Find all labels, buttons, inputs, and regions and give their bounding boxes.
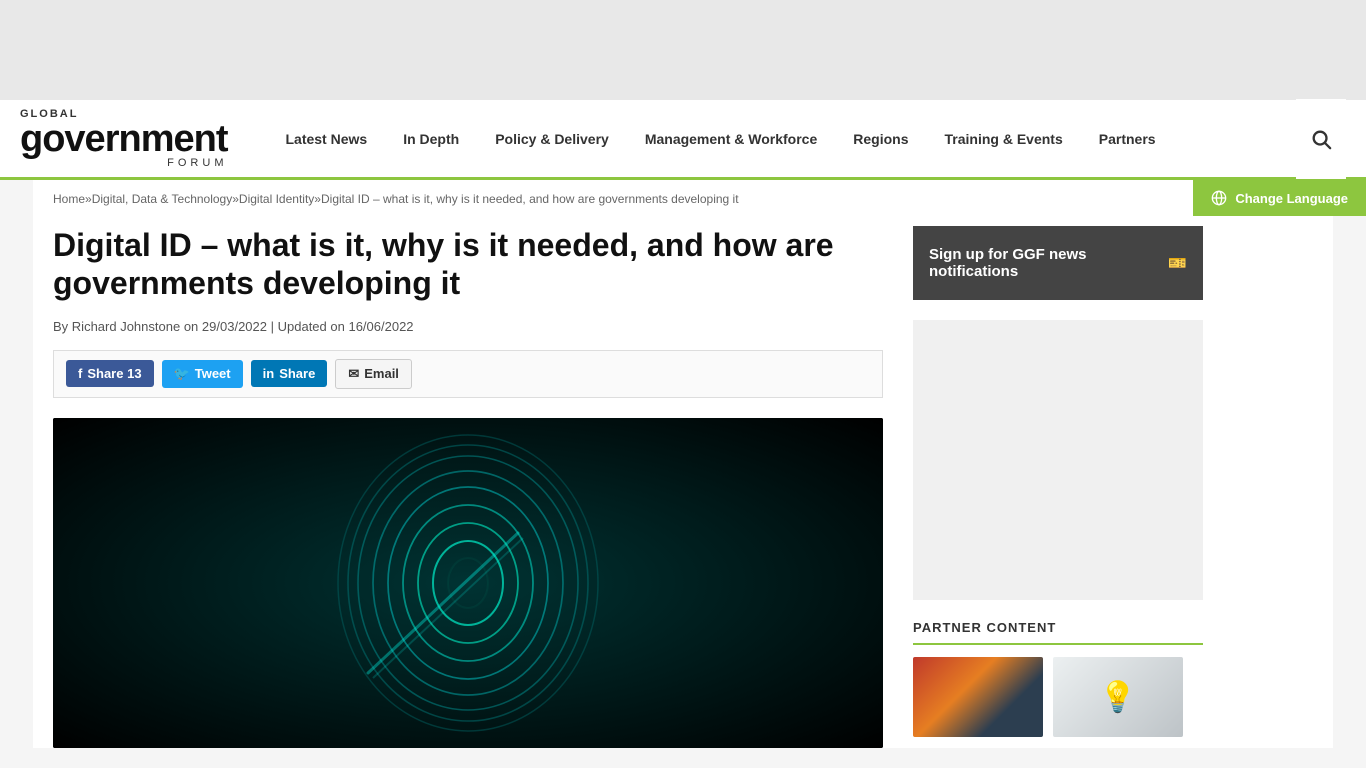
nav-item-policy-delivery[interactable]: Policy & Delivery [477, 121, 627, 157]
site-header: GLOBAL government FORUM Latest News In D… [0, 100, 1366, 180]
linkedin-share-label: Share [279, 366, 315, 381]
ad-banner [0, 0, 1366, 100]
nav-item-in-depth[interactable]: In Depth [385, 121, 477, 157]
email-share-label: Email [364, 366, 399, 381]
nav-item-latest-news[interactable]: Latest News [267, 121, 385, 157]
twitter-icon: 🐦 [174, 366, 190, 382]
partner-content-title: PARTNER CONTENT [913, 620, 1203, 645]
breadcrumb-sep-3: » [314, 192, 321, 206]
fb-share-label: Share 13 [87, 366, 141, 381]
content-layout: Digital ID – what is it, why is it neede… [53, 216, 1313, 748]
article-title: Digital ID – what is it, why is it neede… [53, 226, 883, 303]
breadcrumb-sep-2: » [232, 192, 239, 206]
meta-updated: | Updated on [271, 319, 345, 334]
breadcrumb-sep-1: » [85, 192, 92, 206]
article-author[interactable]: Richard Johnstone [72, 319, 180, 334]
share-bar: f Share 13 🐦 Tweet in Share ✉ Email [53, 350, 883, 398]
article-date: 29/03/2022 [202, 319, 267, 334]
email-share-button[interactable]: ✉ Email [335, 359, 412, 389]
article-image-bg [53, 418, 883, 748]
twitter-share-label: Tweet [195, 366, 231, 381]
page-wrapper: Home » Digital, Data & Technology » Digi… [33, 180, 1333, 748]
twitter-share-button[interactable]: 🐦 Tweet [162, 360, 243, 388]
main-nav: Latest News In Depth Policy & Delivery M… [267, 121, 1296, 157]
sidebar-ad [913, 320, 1203, 600]
change-language-button[interactable]: Change Language [1193, 180, 1366, 216]
meta-on: on [184, 319, 198, 334]
notification-text: Sign up for GGF news notifications [929, 246, 1168, 280]
search-icon [1310, 128, 1332, 150]
breadcrumb-identity[interactable]: Digital Identity [239, 192, 314, 206]
nav-item-partners[interactable]: Partners [1081, 121, 1174, 157]
article-meta: By Richard Johnstone on 29/03/2022 | Upd… [53, 319, 883, 334]
breadcrumb: Home » Digital, Data & Technology » Digi… [53, 180, 1313, 216]
notification-icon: 🎫 [1168, 254, 1187, 272]
change-language-label: Change Language [1235, 191, 1348, 206]
breadcrumb-home[interactable]: Home [53, 192, 85, 206]
sidebar: Sign up for GGF news notifications 🎫 PAR… [913, 226, 1203, 748]
logo-government-text: government [20, 120, 227, 158]
partner-content-section: PARTNER CONTENT 💡 [913, 620, 1203, 737]
site-logo[interactable]: GLOBAL government FORUM [20, 109, 227, 169]
breadcrumb-digital[interactable]: Digital, Data & Technology [92, 192, 233, 206]
nav-item-training-events[interactable]: Training & Events [927, 121, 1081, 157]
logo-forum-text: FORUM [20, 158, 227, 169]
fb-share-icon: f [78, 366, 82, 381]
article-updated-date: 16/06/2022 [348, 319, 413, 334]
search-button[interactable] [1296, 99, 1346, 179]
fingerprint-image [318, 433, 618, 733]
notification-box[interactable]: Sign up for GGF news notifications 🎫 [913, 226, 1203, 300]
meta-by: By [53, 319, 68, 334]
nav-item-management-workforce[interactable]: Management & Workforce [627, 121, 835, 157]
partner-images: 💡 [913, 657, 1203, 737]
fb-share-button[interactable]: f Share 13 [66, 360, 154, 387]
linkedin-icon: in [263, 366, 275, 381]
email-icon: ✉ [348, 366, 359, 382]
article-image [53, 418, 883, 748]
breadcrumb-current: Digital ID – what is it, why is it neede… [321, 192, 739, 206]
globe-icon [1211, 190, 1227, 206]
partner-image-idea[interactable]: 💡 [1053, 657, 1183, 737]
nav-item-regions[interactable]: Regions [835, 121, 926, 157]
linkedin-share-button[interactable]: in Share [251, 360, 328, 387]
main-content: Digital ID – what is it, why is it neede… [53, 226, 883, 748]
partner-image-city[interactable] [913, 657, 1043, 737]
